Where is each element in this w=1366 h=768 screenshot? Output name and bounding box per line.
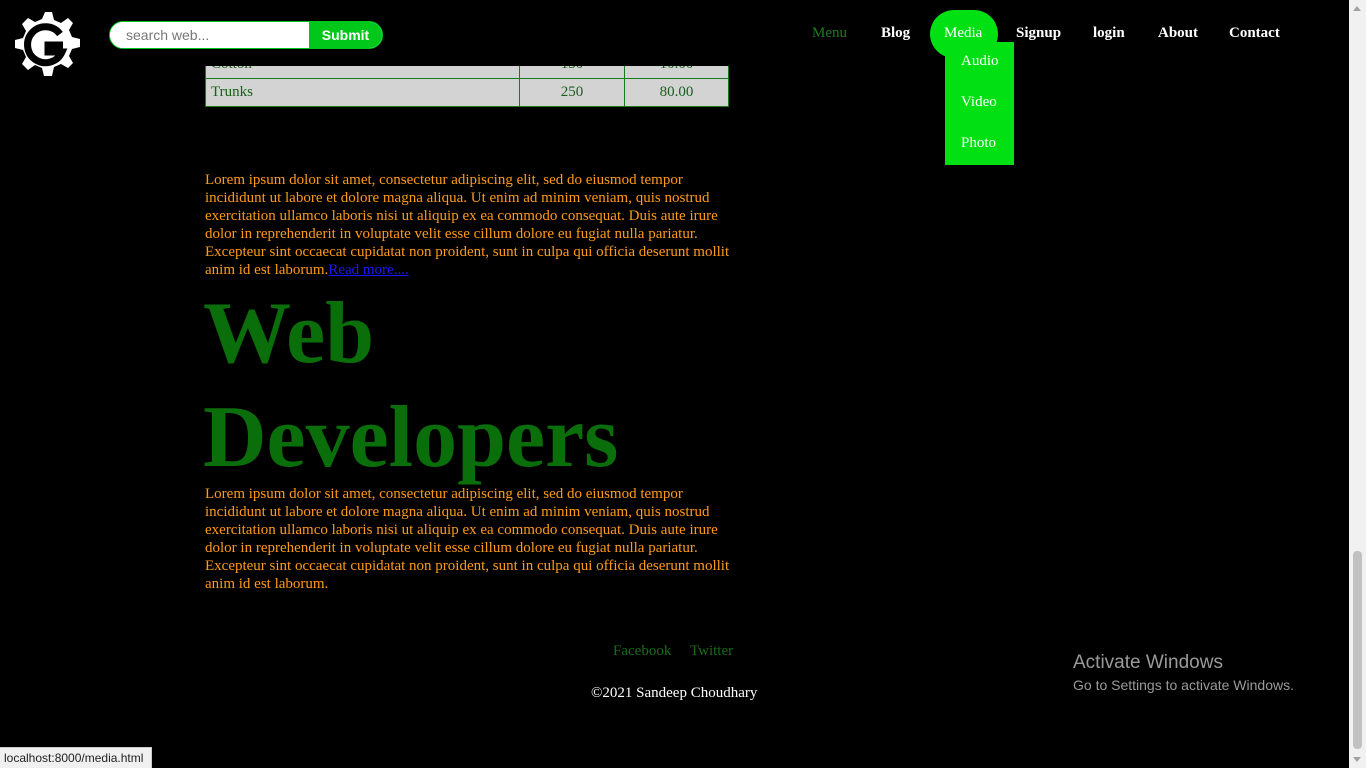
- scroll-down-arrow-icon[interactable]: [1353, 757, 1361, 762]
- media-dropdown: Audio Video Photo: [945, 42, 1014, 165]
- nav-menu[interactable]: Menu: [812, 22, 847, 44]
- dropdown-item-video[interactable]: Video: [961, 94, 997, 111]
- body-paragraph: Lorem ipsum dolor sit amet, consectetur …: [205, 486, 730, 592]
- read-more-link[interactable]: Read more....: [328, 262, 408, 278]
- nav-contact[interactable]: Contact: [1229, 22, 1280, 44]
- dropdown-item-photo[interactable]: Photo: [961, 135, 996, 152]
- activate-windows-subtitle: Go to Settings to activate Windows.: [1073, 677, 1294, 693]
- scroll-up-arrow-icon[interactable]: [1353, 6, 1361, 11]
- activate-windows-title: Activate Windows: [1073, 652, 1223, 673]
- table-cell: 10.00: [624, 66, 729, 79]
- nav-login[interactable]: login: [1093, 22, 1125, 44]
- page: Submit Menu Blog Media Signup login Abou…: [0, 0, 1366, 768]
- intro-text: Lorem ipsum dolor sit amet, consectetur …: [205, 172, 730, 278]
- nav-media[interactable]: Media: [944, 22, 982, 44]
- table-row: Trunks 250 80.00: [205, 78, 729, 107]
- scrollbar-thumb[interactable]: [1353, 551, 1362, 749]
- browser-status-bar: localhost:8000/media.html: [0, 747, 152, 768]
- dropdown-item-audio[interactable]: Audio: [961, 53, 999, 70]
- product-table-wrap: Cotton 150 10.00 Trunks 250 80.00: [205, 66, 729, 122]
- page-heading: Web Developers: [203, 285, 619, 486]
- table-cell: Trunks: [205, 78, 520, 107]
- main-nav: Menu Blog Media Signup login About Conta…: [0, 0, 1366, 165]
- table-cell: 150: [519, 66, 625, 79]
- twitter-link[interactable]: Twitter: [690, 643, 733, 660]
- table-cell: 80.00: [624, 78, 729, 107]
- nav-signup[interactable]: Signup: [1016, 22, 1061, 44]
- activate-windows-watermark: Activate Windows Go to Settings to activ…: [1073, 651, 1294, 695]
- vertical-scrollbar[interactable]: [1349, 0, 1366, 768]
- nav-blog[interactable]: Blog: [881, 22, 910, 44]
- table-cell: 250: [519, 78, 625, 107]
- table-row: Cotton 150 10.00: [205, 66, 729, 79]
- intro-paragraph: Lorem ipsum dolor sit amet, consectetur …: [205, 171, 735, 279]
- copyright-text: ©2021 Sandeep Choudhary: [591, 685, 758, 701]
- nav-about[interactable]: About: [1158, 22, 1198, 44]
- facebook-link[interactable]: Facebook: [613, 643, 671, 660]
- product-table: Cotton 150 10.00 Trunks 250 80.00: [205, 66, 729, 107]
- table-cell: Cotton: [205, 66, 520, 79]
